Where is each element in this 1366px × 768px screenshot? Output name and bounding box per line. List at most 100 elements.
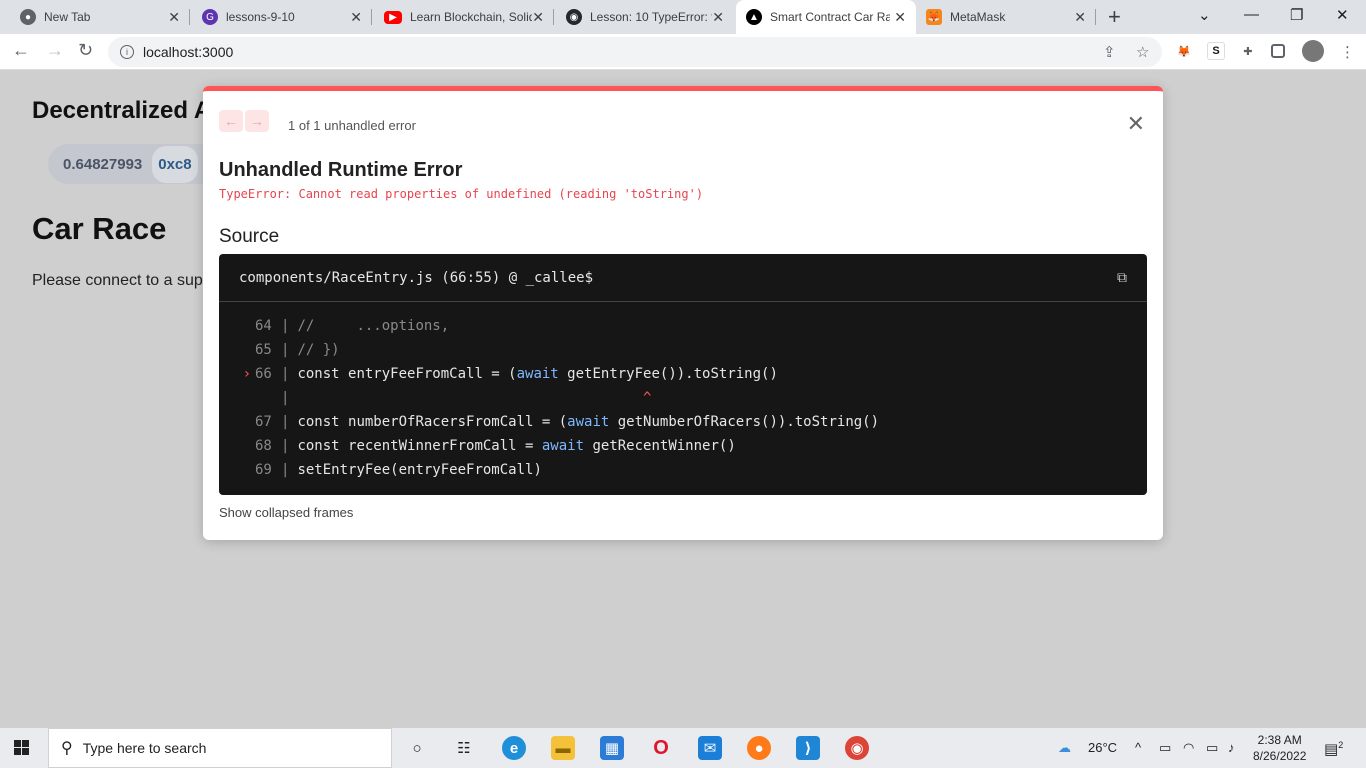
windows-taskbar: ⚲ Type here to search ○ ☷ e ▬ ▦ O ✉ ● ⟩ … xyxy=(0,728,1366,768)
github-icon: ◉ xyxy=(566,9,582,25)
metamask-icon: 🦊 xyxy=(926,9,942,25)
task-view-circle-icon[interactable]: ○ xyxy=(405,736,429,760)
new-tab-plus-icon[interactable]: + xyxy=(1108,4,1121,30)
wifi-icon[interactable]: ◠ xyxy=(1183,740,1194,756)
taskbar-search-box[interactable]: ⚲ Type here to search xyxy=(48,728,392,768)
tab-lessons[interactable]: G lessons-9-10 ✕ xyxy=(190,0,372,34)
close-icon[interactable]: ✕ xyxy=(1074,9,1086,26)
external-link-icon[interactable]: ⧉ xyxy=(1117,270,1127,286)
restore-icon[interactable]: ❐ xyxy=(1290,6,1303,24)
tab-title: lessons-9-10 xyxy=(226,10,295,24)
account-pill[interactable]: 0.64827993 0xc8 xyxy=(48,144,218,184)
bookmark-star-icon[interactable]: ☆ xyxy=(1136,43,1149,61)
tab-title: New Tab xyxy=(44,10,91,24)
metamask-extension-icon[interactable]: 🦊 xyxy=(1175,42,1193,60)
source-heading: Source xyxy=(219,226,280,247)
microsoft-store-icon[interactable]: ▦ xyxy=(600,736,624,760)
menu-kebab-icon[interactable]: ⋮ xyxy=(1340,43,1355,61)
url-text: localhost:3000 xyxy=(143,44,234,60)
close-icon[interactable]: ✕ xyxy=(532,9,544,26)
vscode-icon[interactable]: ⟩ xyxy=(796,736,820,760)
tab-metamask[interactable]: 🦊 MetaMask ✕ xyxy=(918,0,1096,34)
search-icon: ⚲ xyxy=(61,740,73,757)
code-lines: 64 |// ...options, 65 |// }) › 66 | const ent… xyxy=(219,302,1147,482)
share-icon[interactable]: ⇪ xyxy=(1103,43,1116,61)
page-subheading: Car Race xyxy=(32,211,167,246)
site-info-icon[interactable]: i xyxy=(120,45,134,59)
show-collapsed-frames-button[interactable]: Show collapsed frames xyxy=(219,505,353,520)
code-line: 69 | setEntryFee(entryFeeFromCall) xyxy=(255,462,542,478)
connect-message: Please connect to a supp xyxy=(32,272,212,289)
tab-title: MetaMask xyxy=(950,10,1006,24)
side-panel-icon[interactable] xyxy=(1271,44,1285,58)
close-icon[interactable]: ✕ xyxy=(350,9,362,26)
edge-icon[interactable]: e xyxy=(502,736,526,760)
address-bar[interactable]: i localhost:3000 xyxy=(108,37,1162,67)
tab-title: Smart Contract Car Ra xyxy=(770,10,890,24)
error-title: Unhandled Runtime Error xyxy=(219,159,463,181)
code-line: 65 |// }) xyxy=(255,342,340,358)
tab-title: Learn Blockchain, Solid xyxy=(410,10,532,24)
code-line: 67 | const numberOfRacersFromCall = (await… xyxy=(255,414,880,430)
tab-lesson-10[interactable]: ◉ Lesson: 10 TypeError: f ✕ xyxy=(554,0,734,34)
close-icon[interactable]: ✕ xyxy=(894,9,906,26)
tab-smart-contract[interactable]: ▲ Smart Contract Car Ra ✕ xyxy=(736,0,916,34)
profile-avatar[interactable] xyxy=(1302,40,1324,62)
youtube-icon: ▶ xyxy=(384,10,402,24)
balance-text: 0.64827993 xyxy=(63,155,143,173)
firefox-icon[interactable]: ● xyxy=(747,736,771,760)
tab-title: Lesson: 10 TypeError: f xyxy=(590,10,712,24)
window-close-icon[interactable]: ✕ xyxy=(1336,6,1349,24)
tab-new-tab[interactable]: ● New Tab ✕ xyxy=(0,0,190,34)
prev-error-arrow-icon[interactable]: ← xyxy=(219,110,243,132)
weather-temperature[interactable]: 26°C xyxy=(1088,740,1117,755)
minimize-icon[interactable]: — xyxy=(1244,6,1259,23)
tray-chevron-up-icon[interactable]: ^ xyxy=(1135,740,1141,755)
extensions-puzzle-icon[interactable]: ✚ xyxy=(1239,42,1257,60)
forward-arrow-icon[interactable]: → xyxy=(46,40,64,61)
code-line: 68 | const recentWinnerFromCall = await ge… xyxy=(255,438,736,454)
volume-icon[interactable]: ♪ xyxy=(1228,740,1235,755)
taskbar-clock[interactable]: 2:38 AM 8/26/2022 xyxy=(1253,732,1306,764)
reload-icon[interactable]: ↻ xyxy=(78,40,93,61)
file-explorer-icon[interactable]: ▬ xyxy=(551,736,575,760)
browser-toolbar: ← → ↻ i localhost:3000 ⇪ ☆ 🦊 S ✚ ⋮ xyxy=(0,34,1366,70)
error-message: TypeError: Cannot read properties of und… xyxy=(219,187,704,201)
chrome-taskbar-icon[interactable]: ◉ xyxy=(845,736,869,760)
opera-icon[interactable]: O xyxy=(649,736,673,760)
close-icon[interactable]: ✕ xyxy=(1127,111,1145,137)
code-line-highlighted: › 66 | const entryFeeFromCall = (await getE… xyxy=(219,362,1147,386)
code-line: 64 |// ...options, xyxy=(255,318,450,334)
page-heading: Decentralized A xyxy=(32,97,212,124)
clock-time: 2:38 AM xyxy=(1257,733,1302,747)
weather-icon[interactable]: ☁ xyxy=(1058,740,1071,756)
mail-icon[interactable]: ✉ xyxy=(698,736,722,760)
error-pagination: ← → xyxy=(219,110,271,132)
code-caret-line: | ^ xyxy=(281,390,652,406)
search-placeholder: Type here to search xyxy=(82,740,207,756)
battery-icon[interactable]: ▭ xyxy=(1206,740,1218,756)
code-frame: components/RaceEntry.js (66:55) @ _calle… xyxy=(219,254,1147,495)
close-icon[interactable]: ✕ xyxy=(712,9,724,26)
meet-now-icon[interactable]: ▭ xyxy=(1159,740,1171,756)
error-pointer-icon: › xyxy=(242,366,251,382)
tab-strip: ● New Tab ✕ G lessons-9-10 ✕ ▶ Learn Blo… xyxy=(0,0,1366,34)
source-file-link[interactable]: components/RaceEntry.js (66:55) @ _calle… xyxy=(239,270,593,286)
account-address: 0xc8 xyxy=(152,145,198,183)
back-arrow-icon[interactable]: ← xyxy=(12,40,30,61)
tab-search-chevron-icon[interactable]: ⌄ xyxy=(1198,6,1211,24)
tab-learn-blockchain[interactable]: ▶ Learn Blockchain, Solid ✕ xyxy=(372,0,554,34)
github-gist-icon: G xyxy=(202,9,218,25)
s-extension-icon[interactable]: S xyxy=(1207,42,1225,60)
next-error-arrow-icon[interactable]: → xyxy=(245,110,269,132)
error-count: 1 of 1 unhandled error xyxy=(288,118,416,133)
notification-center-icon[interactable]: ▤2 xyxy=(1324,740,1343,758)
close-icon[interactable]: ✕ xyxy=(168,9,180,26)
code-frame-header: components/RaceEntry.js (66:55) @ _calle… xyxy=(219,254,1147,302)
widgets-icon[interactable]: ☷ xyxy=(452,736,476,760)
error-overlay-dialog: ← → 1 of 1 unhandled error ✕ Unhandled R… xyxy=(203,86,1163,540)
clock-date: 8/26/2022 xyxy=(1253,749,1307,763)
chrome-icon: ● xyxy=(20,9,36,25)
windows-start-icon[interactable] xyxy=(14,740,32,756)
vercel-icon: ▲ xyxy=(746,9,762,25)
